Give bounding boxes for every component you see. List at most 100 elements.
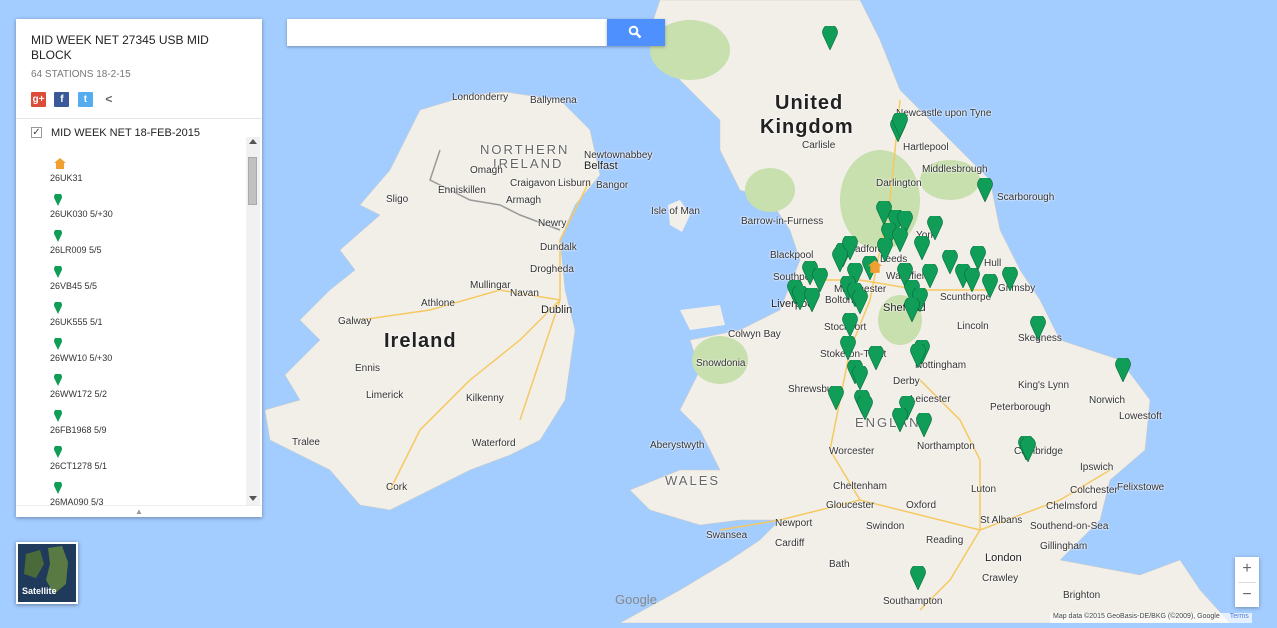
place-norwich: Norwich (1089, 395, 1126, 406)
place-tralee: Tralee (292, 437, 320, 448)
satellite-toggle[interactable]: Satellite (16, 542, 78, 604)
place-kings-lynn: King's Lynn (1018, 380, 1070, 391)
scrollbar[interactable] (246, 137, 260, 505)
place-galway: Galway (338, 316, 372, 327)
pin-icon (54, 300, 62, 316)
place-colchester: Colchester (1070, 485, 1118, 496)
map-marker-pin-icon[interactable] (904, 296, 920, 327)
place-lincoln: Lincoln (957, 321, 989, 332)
station-label: 26UK31 (50, 173, 83, 183)
zoom-out-button[interactable]: − (1235, 583, 1259, 607)
map-marker-pin-icon[interactable] (1115, 356, 1131, 387)
attribution-text: Map data ©2015 GeoBasis-DE/BKG (©2009), … (1053, 613, 1220, 620)
station-label: 26WW172 5/2 (50, 389, 108, 399)
scroll-down-arrow-icon[interactable] (249, 496, 257, 501)
place-gillingham: Gillingham (1040, 541, 1088, 552)
place-blackpool: Blackpool (770, 250, 814, 261)
place-luton: Luton (971, 484, 997, 495)
map-marker-pin-icon[interactable] (868, 344, 884, 375)
place-felixstowe: Felixstowe (1117, 482, 1165, 493)
place-leicester: Leicester (910, 394, 951, 405)
collapse-panel-button[interactable]: ▲ (16, 505, 262, 518)
zoom-in-button[interactable]: + (1235, 557, 1259, 581)
pin-icon (54, 372, 62, 388)
label-snowdonia: Snowdonia (696, 358, 746, 369)
label-isle-of-man: Isle of Man (651, 206, 700, 217)
map-attribution: Map data ©2015 GeoBasis-DE/BKG (©2009), … (1050, 613, 1252, 623)
facebook-icon[interactable]: f (54, 92, 70, 107)
label-northern: NORTHERN (480, 142, 570, 157)
pin-icon (54, 444, 62, 460)
scroll-up-arrow-icon[interactable] (249, 139, 257, 144)
map-marker-pin-icon[interactable] (857, 394, 873, 425)
layer-list[interactable]: ✓ MID WEEK NET 18-FEB-2015 26UK31 26UK030… (16, 119, 246, 505)
terms-link[interactable]: Terms (1230, 613, 1249, 620)
map-marker-pin-icon[interactable] (910, 564, 926, 595)
map-marker-pin-icon[interactable] (964, 266, 980, 297)
place-cork: Cork (386, 482, 408, 493)
place-ipswich: Ipswich (1080, 462, 1114, 473)
twitter-icon[interactable]: t (77, 92, 93, 107)
station-label: 26LR009 5/5 (50, 245, 102, 255)
layer-checkbox[interactable]: ✓ (31, 127, 42, 138)
map-marker-pin-icon[interactable] (910, 342, 926, 373)
place-dundalk: Dundalk (540, 242, 577, 253)
place-scarborough: Scarborough (997, 192, 1055, 203)
map-marker-pin-icon[interactable] (1002, 265, 1018, 296)
map-marker-pin-icon[interactable] (982, 272, 998, 303)
place-peterborough: Peterborough (990, 402, 1051, 413)
place-armagh: Armagh (506, 195, 542, 206)
map-title: MID WEEK NET 27345 USB MID BLOCK (31, 33, 209, 62)
map-marker-pin-icon[interactable] (916, 411, 932, 442)
share-icon[interactable]: < (101, 92, 116, 107)
place-hull: Hull (984, 258, 1002, 269)
search-input[interactable] (287, 19, 607, 46)
place-newcastle: Newcastle upon Tyne (896, 108, 992, 119)
satellite-label: Satellite (22, 586, 57, 596)
place-carlisle: Carlisle (802, 140, 836, 151)
pin-icon (54, 228, 62, 244)
map-marker-pin-icon[interactable] (832, 246, 848, 277)
place-bangor: Bangor (596, 180, 629, 191)
map-marker-pin-icon[interactable] (822, 24, 838, 55)
map-marker-pin-icon[interactable] (977, 176, 993, 207)
label-ireland: Ireland (384, 330, 457, 352)
station-label: 26FB1968 5/9 (50, 425, 107, 435)
layer-title: MID WEEK NET 18-FEB-2015 (51, 127, 200, 139)
place-cardiff: Cardiff (775, 538, 805, 549)
place-kilkenny: Kilkenny (466, 393, 504, 404)
home-icon (54, 158, 66, 171)
search-icon (628, 25, 642, 39)
map-marker-pin-icon[interactable] (914, 234, 930, 265)
pin-icon (54, 192, 62, 208)
pin-icon (54, 336, 62, 352)
place-bath: Bath (829, 559, 850, 570)
place-barrow: Barrow-in-Furness (741, 216, 824, 227)
map-marker-pin-icon[interactable] (1030, 314, 1046, 345)
map-marker-pin-icon[interactable] (892, 226, 908, 257)
place-waterford: Waterford (472, 438, 516, 449)
place-northampton: Northampton (917, 441, 975, 452)
map-marker-pin-icon[interactable] (1020, 436, 1036, 467)
place-colwyn-bay: Colwyn Bay (728, 329, 781, 340)
scroll-thumb[interactable] (248, 157, 257, 205)
map-legend-panel: MID WEEK NET 27345 USB MID BLOCK 64 STAT… (16, 19, 262, 517)
map-marker-pin-icon[interactable] (892, 406, 908, 437)
place-navan: Navan (510, 288, 539, 299)
place-st-albans: St Albans (980, 515, 1023, 526)
zoom-control: + − (1235, 557, 1259, 607)
map-marker-home-icon[interactable] (868, 260, 882, 278)
google-plus-icon[interactable]: g+ (31, 92, 46, 107)
station-label: 26VB45 5/5 (50, 281, 98, 291)
place-reading: Reading (926, 535, 964, 546)
label-united: United (775, 92, 844, 114)
map-marker-pin-icon[interactable] (892, 111, 908, 142)
pin-icon (54, 408, 62, 424)
map-marker-pin-icon[interactable] (804, 286, 820, 317)
place-swansea: Swansea (706, 530, 748, 541)
search-button[interactable] (607, 19, 665, 46)
place-cheltenham: Cheltenham (833, 481, 887, 492)
place-limerick: Limerick (366, 390, 404, 401)
map-marker-pin-icon[interactable] (828, 384, 844, 415)
station-label: 26WW10 5/+30 (50, 353, 113, 363)
